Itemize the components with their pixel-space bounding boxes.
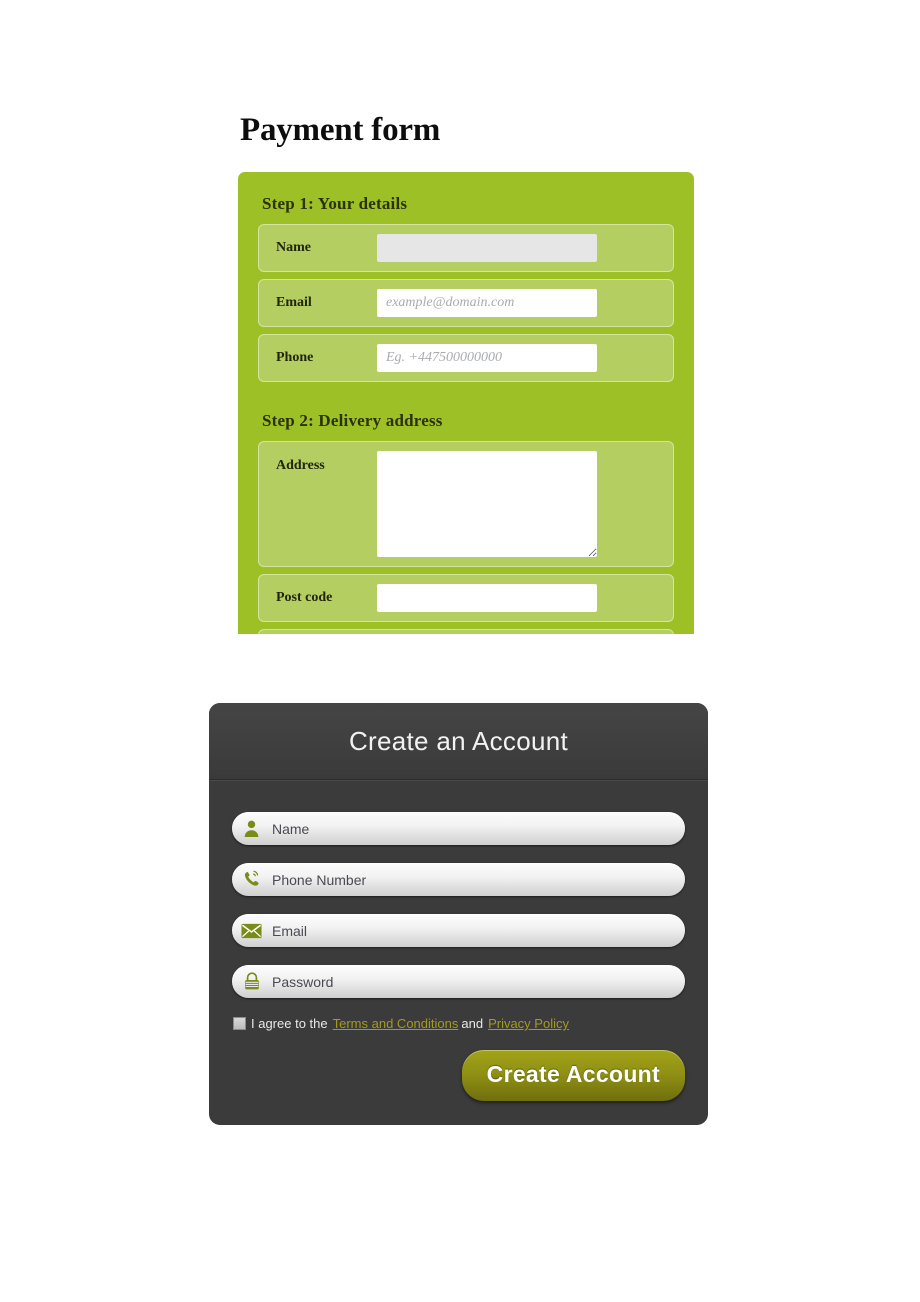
step-1-heading: Step 1: Your details bbox=[262, 194, 408, 214]
field-row-post-code: Post code bbox=[258, 574, 674, 623]
field-label-phone: Phone bbox=[276, 350, 314, 366]
address-textarea[interactable] bbox=[377, 451, 597, 558]
agreement-prefix: I agree to the bbox=[251, 1016, 328, 1031]
payment-form-section: Payment form Step 1: Your details Name E… bbox=[238, 112, 698, 635]
step-2-heading: Step 2: Delivery address bbox=[262, 411, 443, 431]
terms-and-conditions-link[interactable]: Terms and Conditions bbox=[333, 1016, 459, 1031]
phone-input[interactable] bbox=[377, 344, 597, 373]
field-row-name: Name bbox=[258, 224, 674, 273]
account-password-placeholder: Password bbox=[272, 973, 334, 990]
create-account-body: Name Phone Number Email Password I agree… bbox=[209, 780, 708, 1101]
field-label-name: Name bbox=[276, 240, 311, 256]
phone-icon bbox=[239, 869, 264, 891]
field-row-address: Address bbox=[258, 441, 674, 568]
field-label-post-code: Post code bbox=[276, 590, 333, 606]
lock-icon bbox=[239, 971, 264, 993]
name-input[interactable] bbox=[377, 234, 597, 263]
field-row-email: Email bbox=[258, 279, 674, 328]
envelope-icon bbox=[239, 920, 264, 942]
page-title: Payment form bbox=[240, 112, 441, 148]
account-phone-placeholder: Phone Number bbox=[272, 871, 367, 888]
field-row-clipped bbox=[258, 629, 674, 635]
account-password-field[interactable]: Password bbox=[232, 965, 685, 998]
account-name-field[interactable]: Name bbox=[232, 812, 685, 845]
field-label-address: Address bbox=[276, 458, 325, 474]
create-account-card: Create an Account Name Phone Number Emai… bbox=[209, 703, 708, 1125]
agreement-conjunction: and bbox=[461, 1016, 484, 1031]
user-icon bbox=[239, 818, 264, 840]
account-email-placeholder: Email bbox=[272, 922, 308, 939]
email-input[interactable] bbox=[377, 289, 597, 318]
payment-form-panel: Step 1: Your details Name Email Phone St… bbox=[238, 172, 694, 635]
field-row-phone: Phone bbox=[258, 334, 674, 383]
account-phone-field[interactable]: Phone Number bbox=[232, 863, 685, 896]
create-account-title: Create an Account bbox=[348, 725, 569, 756]
post-code-input[interactable] bbox=[377, 584, 597, 613]
field-label-email: Email bbox=[276, 295, 312, 311]
account-email-field[interactable]: Email bbox=[232, 914, 685, 947]
create-account-header: Create an Account bbox=[209, 703, 708, 780]
agree-checkbox[interactable] bbox=[233, 1017, 246, 1030]
submit-row: Create Account bbox=[232, 1050, 685, 1101]
agreement-row: I agree to the Terms and Conditions and … bbox=[233, 1016, 685, 1031]
create-account-button[interactable]: Create Account bbox=[461, 1050, 685, 1101]
account-name-placeholder: Name bbox=[272, 820, 310, 837]
privacy-policy-link[interactable]: Privacy Policy bbox=[488, 1016, 569, 1031]
